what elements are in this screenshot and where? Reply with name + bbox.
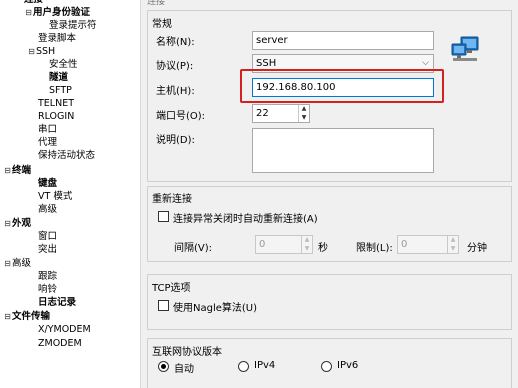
radio-ipv6[interactable] (321, 361, 332, 372)
tree-item-sftp[interactable]: SFTP (49, 84, 72, 97)
limit-field[interactable]: 0 ▲ ▼ (397, 235, 459, 254)
tree-item-login-script[interactable]: 登录脚本 (38, 32, 76, 45)
tree-item-rlogin[interactable]: RLOGIN (38, 110, 74, 123)
tree-item-highlight[interactable]: 突出 (38, 243, 57, 256)
limit-label: 限制(L): (356, 243, 393, 254)
tree-item-proxy[interactable]: 代理 (38, 136, 57, 149)
tree-item-zmodem[interactable]: ZMODEM (38, 337, 82, 350)
ip-version-section: 互联网协议版本 自动 IPv4 IPv6 (147, 338, 512, 388)
collapse-icon[interactable]: ⊟ (27, 45, 36, 58)
tree-item-terminal-advanced[interactable]: 高级 (38, 203, 57, 216)
collapse-icon[interactable]: ⊟ (3, 217, 12, 230)
general-title: 常规 (152, 19, 172, 30)
collapse-icon[interactable]: ⊟ (3, 164, 12, 177)
tree-item-serial[interactable]: 串口 (38, 123, 57, 136)
tree-item-xymodem[interactable]: X/YMODEM (38, 323, 91, 336)
reconnect-section: 重新连接 连接异常关闭时自动重新连接(A) 间隔(V): 0 ▲ ▼ 秒 限制(… (147, 186, 512, 262)
spin-up-icon[interactable]: ▲ (302, 236, 312, 245)
radio-auto-label: 自动 (174, 364, 194, 375)
reconnect-title: 重新连接 (152, 194, 192, 205)
interval-field[interactable]: 0 ▲ ▼ (255, 235, 313, 254)
spin-down-icon[interactable]: ▼ (299, 114, 309, 123)
spin-up-icon[interactable]: ▲ (299, 105, 309, 114)
collapse-icon[interactable]: ⊟ (3, 310, 12, 323)
tree-item-file-transfer[interactable]: ⊟文件传输 (3, 310, 50, 323)
radio-ipv6-label: IPv6 (337, 360, 359, 371)
tree-item-advanced[interactable]: ⊟高级 (3, 257, 31, 270)
port-value: 22 (256, 108, 269, 119)
tree-item-terminal[interactable]: ⊟终端 (3, 164, 31, 177)
tree-item-telnet[interactable]: TELNET (38, 97, 74, 110)
interval-label: 间隔(V): (174, 243, 213, 254)
limit-value: 0 (401, 239, 408, 250)
name-label: 名称(N): (156, 37, 195, 48)
interval-spinner[interactable]: ▲ ▼ (301, 236, 312, 253)
port-spinner[interactable]: ▲ ▼ (298, 105, 309, 122)
port-field[interactable]: 22 ▲ ▼ (252, 104, 310, 123)
limit-unit: 分钟 (467, 243, 487, 254)
host-highlight-box (240, 69, 444, 103)
radio-ipv4[interactable] (238, 361, 249, 372)
pane-header: 连接 (147, 0, 166, 7)
auto-reconnect-label: 连接异常关闭时自动重新连接(A) (173, 214, 318, 225)
collapse-icon[interactable]: ⊟ (24, 6, 33, 19)
spin-down-icon[interactable]: ▼ (302, 245, 312, 254)
limit-spinner[interactable]: ▲ ▼ (447, 236, 458, 253)
collapse-icon[interactable]: ⊟ (3, 257, 12, 270)
interval-unit: 秒 (318, 243, 328, 254)
tree-item-trace[interactable]: 跟踪 (38, 270, 57, 283)
tree-item-login-prompt[interactable]: 登录提示符 (49, 19, 97, 32)
tree-item-keepalive[interactable]: 保持活动状态 (38, 149, 95, 162)
tree-item-appearance[interactable]: ⊟外观 (3, 217, 31, 230)
interval-value: 0 (259, 239, 266, 250)
tree-item-keyboard[interactable]: 键盘 (38, 177, 57, 190)
auto-reconnect-checkbox[interactable] (158, 211, 169, 222)
protocol-label: 协议(P): (156, 61, 194, 72)
radio-ipv4-label: IPv4 (254, 360, 276, 371)
category-tree[interactable]: 连接 ⊟用户身份验证 登录提示符 登录脚本 ⊟SSH 安全性 隧道 SFTP T… (0, 0, 141, 388)
host-label: 主机(H): (156, 86, 195, 97)
tree-item-logging[interactable]: 日志记录 (38, 296, 76, 309)
settings-pane: 连接 常规 名称(N): server 协议(P): SSH ⌵ 主机(H): … (141, 0, 518, 388)
name-field[interactable]: server (252, 31, 434, 50)
nagle-checkbox[interactable] (158, 300, 169, 311)
desc-field[interactable] (252, 128, 434, 173)
tree-item-security[interactable]: 安全性 (49, 58, 78, 71)
tree-item-window[interactable]: 窗口 (38, 230, 57, 243)
network-computer-icon (450, 35, 480, 65)
tcp-title: TCP选项 (152, 283, 191, 294)
radio-auto[interactable] (158, 361, 169, 372)
port-label: 端口号(O): (156, 111, 206, 122)
tcp-section: TCP选项 使用Nagle算法(U) (147, 274, 512, 330)
tree-item-bell[interactable]: 响铃 (38, 283, 57, 296)
spin-up-icon[interactable]: ▲ (448, 236, 458, 245)
protocol-value: SSH (256, 58, 277, 69)
nagle-label: 使用Nagle算法(U) (173, 303, 258, 314)
tree-item-auth[interactable]: ⊟用户身份验证 (24, 6, 90, 19)
tree-item-ssh[interactable]: ⊟SSH (27, 45, 55, 58)
tree-item-vt-mode[interactable]: VT 模式 (38, 190, 72, 203)
tree-item-tunnel[interactable]: 隧道 (49, 71, 68, 84)
ip-version-title: 互联网协议版本 (152, 347, 222, 358)
spin-down-icon[interactable]: ▼ (448, 245, 458, 254)
desc-label: 说明(D): (156, 135, 195, 146)
